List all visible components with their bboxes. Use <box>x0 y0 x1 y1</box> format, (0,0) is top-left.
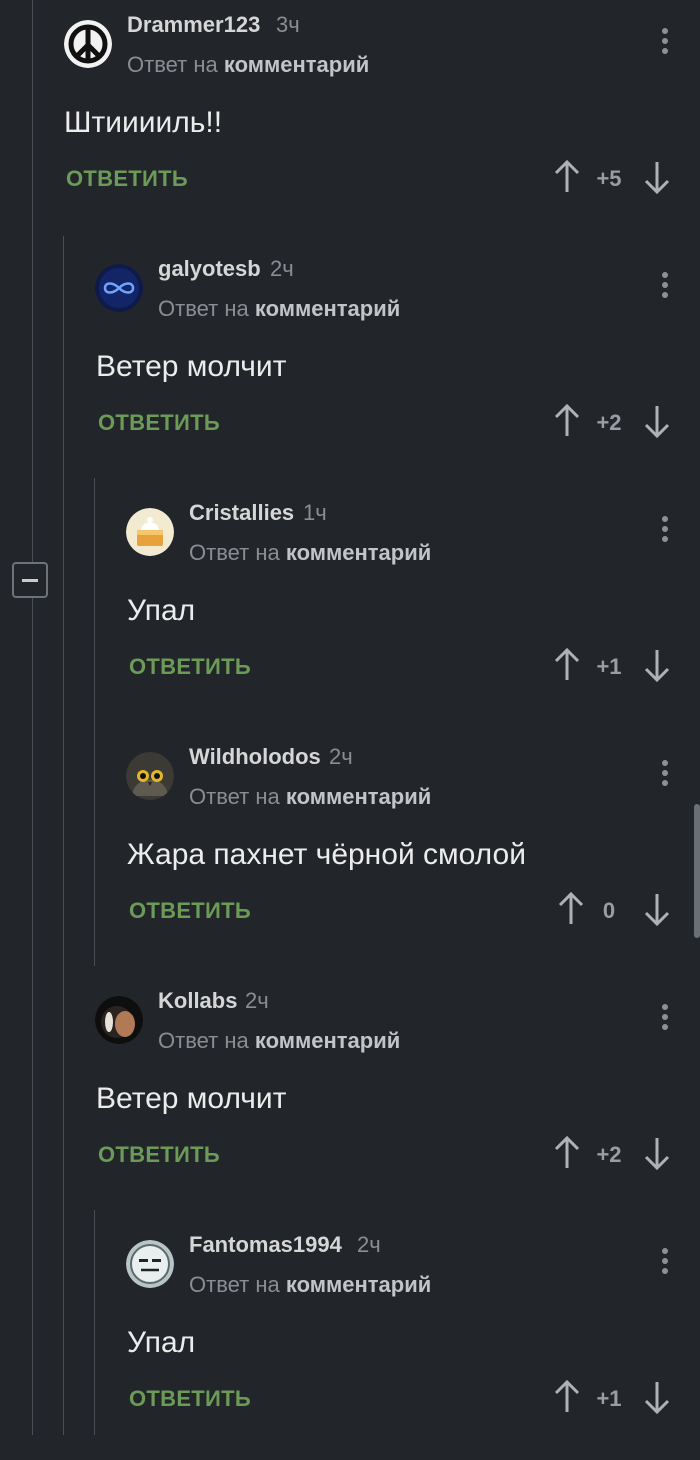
downvote-arrow-icon[interactable] <box>644 160 670 194</box>
comment-author[interactable]: Cristallies <box>189 500 294 526</box>
comment: galyotesb 2ч Ответ на комментарий Ветер … <box>0 244 700 484</box>
comment-text: Ветер молчит <box>96 350 287 383</box>
reply-prefix: Ответ на <box>158 1028 249 1053</box>
reply-prefix: Ответ на <box>158 296 249 321</box>
scrollbar-thumb[interactable] <box>694 804 700 938</box>
comment-time: 2ч <box>245 988 269 1013</box>
more-options-icon[interactable] <box>660 1248 670 1282</box>
comment-score: +2 <box>596 1142 622 1167</box>
reply-to-line: Ответ на комментарий <box>158 1028 400 1054</box>
reply-target-link[interactable]: комментарий <box>286 540 431 565</box>
owl-icon <box>126 752 174 800</box>
comment-text: Жара пахнет чёрной смолой <box>127 838 526 871</box>
face-icon <box>126 1240 174 1288</box>
comment-author[interactable]: Drammer123 <box>127 12 260 38</box>
downvote-arrow-icon[interactable] <box>644 892 670 926</box>
reply-prefix: Ответ на <box>189 540 280 565</box>
comment-author[interactable]: Kollabs <box>158 988 237 1014</box>
comment-score: +1 <box>596 654 622 679</box>
upvote-arrow-icon[interactable] <box>554 648 580 682</box>
reply-button[interactable]: ОТВЕТИТЬ <box>66 166 188 192</box>
reply-button[interactable]: ОТВЕТИТЬ <box>98 1142 220 1168</box>
reply-target-link[interactable]: комментарий <box>255 296 400 321</box>
reply-prefix: Ответ на <box>189 1272 280 1297</box>
reply-to-line: Ответ на комментарий <box>189 784 431 810</box>
more-options-icon[interactable] <box>660 28 670 62</box>
reply-button[interactable]: ОТВЕТИТЬ <box>98 410 220 436</box>
reply-button[interactable]: ОТВЕТИТЬ <box>129 1386 251 1412</box>
reply-prefix: Ответ на <box>189 784 280 809</box>
comment-text: Упал <box>127 594 196 627</box>
infinity-icon <box>95 264 143 312</box>
comment-time: 3ч <box>276 12 300 37</box>
reply-target-link[interactable]: комментарий <box>286 1272 431 1297</box>
downvote-arrow-icon[interactable] <box>644 648 670 682</box>
reply-to-line: Ответ на комментарий <box>189 540 431 566</box>
reply-button[interactable]: ОТВЕТИТЬ <box>129 654 251 680</box>
reply-target-link[interactable]: комментарий <box>255 1028 400 1053</box>
comment-author[interactable]: galyotesb <box>158 256 261 282</box>
reply-to-line: Ответ на комментарий <box>189 1272 431 1298</box>
avatar[interactable] <box>126 508 174 556</box>
cake-icon <box>126 508 174 556</box>
comment: Fantomas1994 2ч Ответ на комментарий Упа… <box>0 1220 700 1460</box>
avatar[interactable] <box>64 20 112 68</box>
reply-to-line: Ответ на комментарий <box>127 52 369 78</box>
upvote-arrow-icon[interactable] <box>554 160 580 194</box>
downvote-arrow-icon[interactable] <box>644 1136 670 1170</box>
avatar[interactable] <box>95 996 143 1044</box>
upvote-arrow-icon[interactable] <box>554 404 580 438</box>
downvote-arrow-icon[interactable] <box>644 404 670 438</box>
more-options-icon[interactable] <box>660 272 670 306</box>
upvote-arrow-icon[interactable] <box>554 1136 580 1170</box>
avatar[interactable] <box>95 264 143 312</box>
reply-target-link[interactable]: комментарий <box>224 52 369 77</box>
more-options-icon[interactable] <box>660 760 670 794</box>
reply-prefix: Ответ на <box>127 52 218 77</box>
avatar[interactable] <box>126 752 174 800</box>
comment-text: Ветер молчит <box>96 1082 287 1115</box>
upvote-arrow-icon[interactable] <box>554 1380 580 1414</box>
avatar[interactable] <box>126 1240 174 1288</box>
peace-sign-icon <box>64 20 112 68</box>
comment-score: +2 <box>596 410 622 435</box>
more-options-icon[interactable] <box>660 516 670 550</box>
downvote-arrow-icon[interactable] <box>644 1380 670 1414</box>
comment: Wildholodos 2ч Ответ на комментарий Жара… <box>0 732 700 972</box>
more-options-icon[interactable] <box>660 1004 670 1038</box>
comment-time: 2ч <box>357 1232 381 1257</box>
comment-score: +1 <box>596 1386 622 1411</box>
comment-time: 2ч <box>270 256 294 281</box>
comment-text: Упал <box>127 1326 196 1359</box>
reply-target-link[interactable]: комментарий <box>286 784 431 809</box>
comment-score: +5 <box>596 166 622 191</box>
comment-text: Штииииль!! <box>64 106 223 139</box>
comment: Cristallies 1ч Ответ на комментарий Упал… <box>0 488 700 728</box>
comment-author[interactable]: Wildholodos <box>189 744 321 770</box>
comment-author[interactable]: Fantomas1994 <box>189 1232 342 1258</box>
comment-score: 0 <box>602 898 616 923</box>
comment: Drammer123 3ч Ответ на комментарий Штиии… <box>0 0 700 240</box>
upvote-arrow-icon[interactable] <box>558 892 584 926</box>
comment: Kollabs 2ч Ответ на комментарий Ветер мо… <box>0 976 700 1216</box>
comment-time: 2ч <box>329 744 353 769</box>
reply-to-line: Ответ на комментарий <box>158 296 400 322</box>
comment-time: 1ч <box>303 500 327 525</box>
reply-button[interactable]: ОТВЕТИТЬ <box>129 898 251 924</box>
sphere-icon <box>95 996 143 1044</box>
